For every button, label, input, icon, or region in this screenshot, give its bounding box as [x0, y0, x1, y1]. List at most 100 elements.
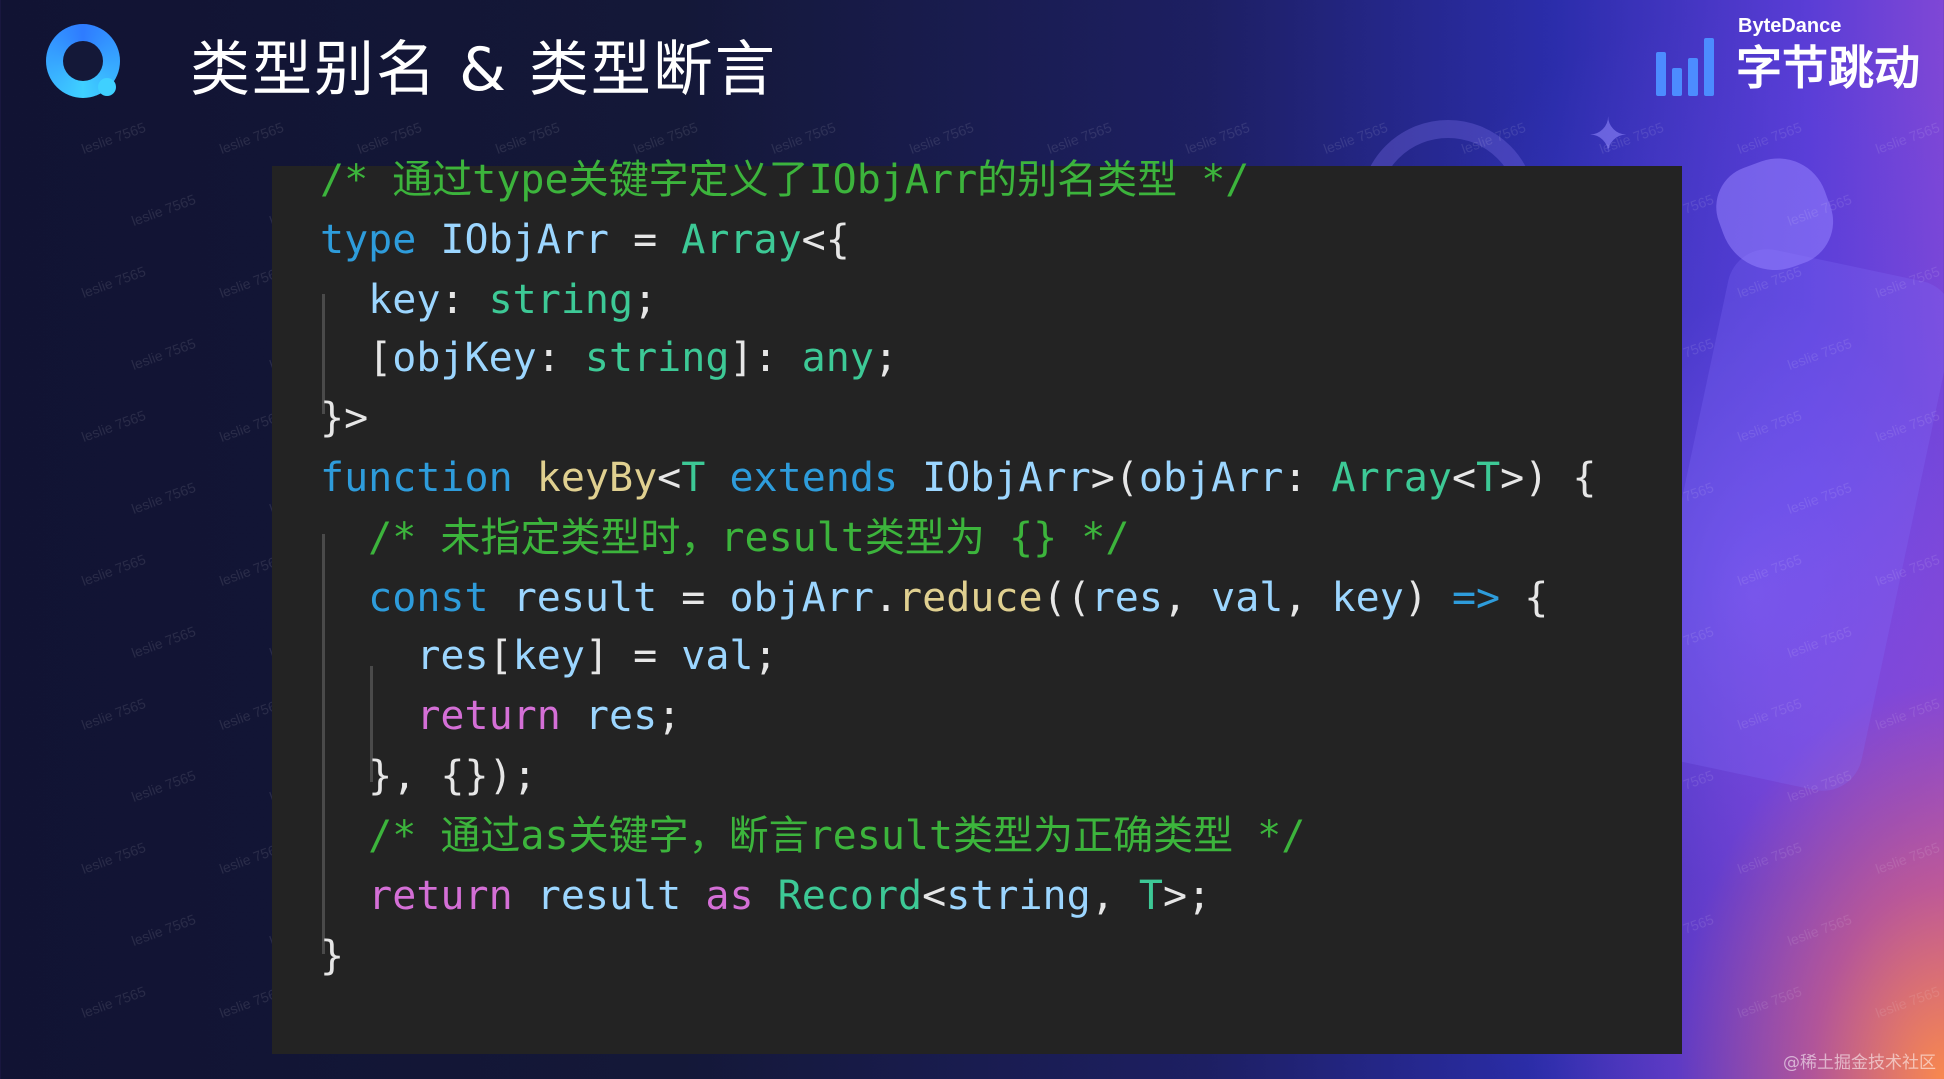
- code-token-punc: ]:: [729, 335, 802, 381]
- code-token-func: keyBy: [536, 455, 658, 501]
- code-line: res[key] = val;: [320, 626, 778, 686]
- code-token-punc: ): [1403, 575, 1452, 621]
- code-token-punc: ;: [657, 693, 682, 739]
- code-token-punc: ;: [753, 633, 778, 679]
- code-token-punc: <: [657, 455, 682, 501]
- code-token-punc: [320, 813, 368, 859]
- code-token-id: objKey: [392, 335, 537, 381]
- code-token-punc: ,: [1090, 873, 1139, 919]
- code-token-comment: /* 未指定类型时，result类型为 {} */: [368, 515, 1130, 561]
- code-line: const result = objArr.reduce((res, val, …: [320, 568, 1548, 628]
- code-token-punc: >(: [1090, 455, 1139, 501]
- code-token-id: res: [1090, 575, 1163, 621]
- watermark-text: leslie 7565: [79, 119, 148, 157]
- code-token-punc: >;: [1162, 873, 1212, 919]
- code-token-punc: <: [1451, 455, 1477, 501]
- watermark-text: leslie 7565: [79, 407, 148, 445]
- code-token-id: result: [536, 873, 682, 919]
- code-line: return res;: [320, 686, 681, 746]
- code-line: type IObjArr = Array<{: [320, 210, 850, 270]
- watermark-text: leslie 7565: [129, 479, 198, 517]
- code-token-punc: [898, 455, 922, 501]
- code-token-punc: [681, 873, 705, 919]
- code-token-punc: [: [488, 633, 513, 679]
- watermark-text: leslie 7565: [129, 623, 198, 661]
- code-token-id: result: [512, 575, 658, 621]
- code-line: [objKey: string]: any;: [320, 328, 898, 388]
- code-token-punc: [513, 873, 537, 919]
- code-token-punc: [320, 873, 368, 919]
- code-line: return result as Record<string, T>;: [320, 866, 1211, 926]
- code-line: key: string;: [320, 270, 657, 330]
- bytedance-brand: ByteDance 字节跳动: [1656, 14, 1920, 96]
- code-token-type: T: [1138, 873, 1163, 919]
- watermark-text: leslie 7565: [129, 911, 198, 949]
- bytedance-bars-icon: [1656, 32, 1718, 96]
- code-token-punc: [320, 575, 368, 621]
- watermark-text: leslie 7565: [79, 695, 148, 733]
- code-token-punc: [320, 633, 416, 679]
- code-token-id: key: [512, 633, 585, 679]
- watermark-text: leslie 7565: [79, 839, 148, 877]
- code-token-id: IObjArr: [440, 217, 609, 263]
- code-token-punc: ;: [873, 335, 899, 381]
- code-token-punc: <{: [801, 217, 850, 263]
- code-token-type: string: [488, 277, 634, 323]
- code-token-punc: ((: [1042, 575, 1091, 621]
- code-token-punc: [489, 575, 513, 621]
- code-token-punc: ;: [633, 277, 658, 323]
- code-panel: /* 通过type关键字定义了IObjArr的别名类型 */ type IObjA…: [272, 157, 1682, 1054]
- code-token-punc: }, {});: [320, 753, 537, 799]
- code-token-kw: function: [320, 455, 513, 501]
- code-line: /* 未指定类型时，result类型为 {} */: [320, 508, 1129, 568]
- code-token-id: string: [946, 873, 1091, 919]
- code-token-punc: [416, 217, 440, 263]
- code-token-comment: /* 通过as关键字，断言result类型为正确类型 */: [368, 813, 1306, 859]
- code-token-id: key: [1331, 575, 1404, 621]
- code-token-id: objArr: [729, 575, 874, 621]
- code-token-id: res: [584, 693, 658, 739]
- watermark-text: leslie 7565: [79, 983, 148, 1021]
- code-token-id: res: [416, 633, 489, 679]
- code-token-id: key: [368, 277, 441, 323]
- code-token-punc: }>: [320, 395, 369, 441]
- code-token-ret: return: [416, 693, 561, 739]
- footer-watermark: @稀土掘金技术社区: [1783, 1053, 1936, 1073]
- code-line: }: [320, 926, 344, 986]
- code-line: /* 通过type关键字定义了IObjArr的别名类型 */: [320, 150, 1249, 210]
- code-line: /* 通过as关键字，断言result类型为正确类型 */: [320, 806, 1305, 866]
- code-token-ret: as: [705, 873, 754, 919]
- watermark-text: leslie 7565: [217, 119, 286, 157]
- code-token-type: Array: [681, 217, 802, 263]
- code-token-punc: .: [873, 575, 899, 621]
- code-token-func: reduce: [898, 575, 1043, 621]
- code-token-id: val: [681, 633, 754, 679]
- code-token-kw: const: [368, 575, 489, 621]
- watermark-text: leslie 7565: [129, 191, 198, 229]
- watermark-text: leslie 7565: [129, 335, 198, 373]
- code-token-type: any: [801, 335, 874, 381]
- code-token-punc: :: [536, 335, 585, 381]
- code-line: }>: [320, 388, 368, 448]
- code-token-id: val: [1211, 575, 1284, 621]
- code-token-punc: :: [1283, 455, 1332, 501]
- code-token-comment: /* 通过type关键字定义了IObjArr的别名类型 */: [320, 157, 1250, 203]
- code-token-punc: [561, 693, 585, 739]
- code-token-punc: :: [440, 277, 489, 323]
- code-token-punc: [705, 455, 729, 501]
- q-logo-dot: [98, 78, 116, 96]
- code-token-punc: >) {: [1500, 455, 1597, 501]
- brand-name-english: ByteDance: [1738, 15, 1842, 37]
- code-token-arrow: =>: [1451, 575, 1501, 621]
- code-token-type: Array: [1331, 455, 1452, 501]
- page-title: 类型别名 & 类型断言: [190, 35, 777, 105]
- brand-name-chinese: 字节跳动: [1736, 41, 1920, 95]
- code-token-punc: ] =: [584, 633, 682, 679]
- code-token-punc: =: [657, 575, 730, 621]
- code-token-ret: return: [368, 873, 513, 919]
- code-token-type: Record: [777, 873, 923, 919]
- code-token-type: T: [681, 455, 706, 501]
- watermark-text: leslie 7565: [79, 551, 148, 589]
- code-token-type: T: [1476, 455, 1501, 501]
- code-token-id: objArr: [1138, 455, 1284, 501]
